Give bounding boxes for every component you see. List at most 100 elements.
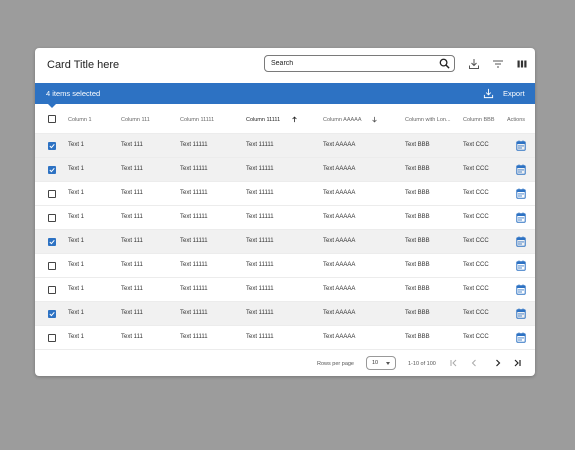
card-header: Card Title here <box>35 48 535 82</box>
column-header-5[interactable]: Column AAAAA <box>323 117 362 123</box>
table-cell: Text AAAAA <box>323 238 356 244</box>
sort-ascending-icon[interactable] <box>291 116 298 123</box>
table-cell: Text CCC <box>463 238 489 244</box>
table-cell: Text AAAAA <box>323 166 356 172</box>
table-cell: Text 11111 <box>246 190 274 196</box>
table-cell: Text 111 <box>121 142 143 148</box>
column-header-2[interactable]: Column 111 <box>121 117 150 123</box>
previous-page-icon[interactable] <box>469 358 479 368</box>
table-row[interactable]: Text 1 Text 111 Text 11111 Text 11111 Text A… <box>35 277 535 302</box>
table-cell: Text 111 <box>121 214 143 220</box>
table-cell: Text AAAAA <box>323 190 356 196</box>
column-header-3[interactable]: Column 11111 <box>180 117 214 123</box>
table-cell: Text 111 <box>121 334 143 340</box>
table-cell: Text 11111 <box>180 214 208 220</box>
calendar-icon[interactable] <box>516 332 526 343</box>
calendar-icon[interactable] <box>516 260 526 271</box>
calendar-icon[interactable] <box>516 308 526 319</box>
calendar-icon[interactable] <box>516 164 526 175</box>
table-row[interactable]: Text 1 Text 111 Text 11111 Text 11111 Text A… <box>35 157 535 182</box>
table-cell: Text 11111 <box>180 238 208 244</box>
search-icon[interactable] <box>439 58 450 69</box>
calendar-icon[interactable] <box>516 188 526 199</box>
table-cell: Text 11111 <box>246 142 274 148</box>
table-cell: Text 1 <box>68 334 85 340</box>
table-cell: Text AAAAA <box>323 142 356 148</box>
calendar-icon[interactable] <box>516 212 526 223</box>
calendar-icon[interactable] <box>516 236 526 247</box>
next-page-icon[interactable] <box>493 358 503 368</box>
table-cell: Text BBB <box>405 142 430 148</box>
table-cell: Text BBB <box>405 310 430 316</box>
first-page-icon[interactable] <box>449 358 459 368</box>
last-page-icon[interactable] <box>512 358 522 368</box>
selection-bar: 4 items selected Export <box>35 83 535 104</box>
calendar-icon[interactable] <box>516 284 526 295</box>
table-cell: Text 11111 <box>180 262 208 268</box>
table-row[interactable]: Text 1 Text 111 Text 11111 Text 11111 Text A… <box>35 181 535 206</box>
row-checkbox[interactable] <box>48 286 56 294</box>
table-cell: Text BBB <box>405 190 430 196</box>
table-cell: Text 1 <box>68 238 85 244</box>
checkmark-icon <box>49 239 55 245</box>
table-cell: Text AAAAA <box>323 286 356 292</box>
filter-icon[interactable] <box>492 58 504 70</box>
search-box[interactable] <box>264 55 455 72</box>
table-cell: Text AAAAA <box>323 262 356 268</box>
download-icon[interactable] <box>468 58 480 70</box>
table-cell: Text 1 <box>68 262 85 268</box>
table-cell: Text 1 <box>68 310 85 316</box>
table-row[interactable]: Text 1 Text 111 Text 11111 Text 11111 Text A… <box>35 205 535 230</box>
export-button[interactable]: Export <box>503 89 525 98</box>
row-checkbox[interactable] <box>48 262 56 270</box>
table-cell: Text 1 <box>68 286 85 292</box>
columns-icon[interactable] <box>516 58 528 70</box>
column-header-actions: Actions <box>507 117 526 123</box>
table-cell: Text BBB <box>405 262 430 268</box>
rows-per-page-select[interactable]: 10 <box>366 356 396 370</box>
column-header-1[interactable]: Column 1 <box>68 117 92 123</box>
row-checkbox[interactable] <box>48 166 56 174</box>
calendar-icon[interactable] <box>516 140 526 151</box>
column-header-7[interactable]: Column BBB <box>463 117 495 123</box>
sort-descending-icon[interactable] <box>371 116 378 123</box>
row-checkbox[interactable] <box>48 190 56 198</box>
table-cell: Text CCC <box>463 190 489 196</box>
table-cell: Text CCC <box>463 334 489 340</box>
row-checkbox[interactable] <box>48 334 56 342</box>
table-row[interactable]: Text 1 Text 111 Text 11111 Text 11111 Text A… <box>35 133 535 158</box>
table-cell: Text BBB <box>405 286 430 292</box>
rows-per-page-label: Rows per page <box>317 361 354 367</box>
table-cell: Text 11111 <box>180 286 208 292</box>
table-row[interactable]: Text 1 Text 111 Text 11111 Text 11111 Text A… <box>35 229 535 254</box>
select-all-checkbox[interactable] <box>48 115 56 123</box>
table-row[interactable]: Text 1 Text 111 Text 11111 Text 11111 Text A… <box>35 325 535 350</box>
table-cell: Text CCC <box>463 142 489 148</box>
export-icon[interactable] <box>483 88 494 99</box>
table-cell: Text 11111 <box>246 334 274 340</box>
table-cell: Text CCC <box>463 214 489 220</box>
table-cell: Text 111 <box>121 286 143 292</box>
table-cell: Text 1 <box>68 190 85 196</box>
table-row[interactable]: Text 1 Text 111 Text 11111 Text 11111 Text A… <box>35 253 535 278</box>
row-checkbox[interactable] <box>48 214 56 222</box>
table-cell: Text 1 <box>68 166 85 172</box>
column-header-4[interactable]: Column 11111 <box>246 117 280 123</box>
row-checkbox[interactable] <box>48 310 56 318</box>
search-input[interactable] <box>271 57 431 70</box>
column-header-6[interactable]: Column with Lon... <box>405 117 451 123</box>
row-checkbox[interactable] <box>48 142 56 150</box>
rows-per-page-value: 10 <box>372 360 379 366</box>
table-cell: Text 11111 <box>246 262 274 268</box>
table-cell: Text 1 <box>68 142 85 148</box>
table-cell: Text 11111 <box>180 310 208 316</box>
table-cell: Text CCC <box>463 310 489 316</box>
table-row[interactable]: Text 1 Text 111 Text 11111 Text 11111 Text A… <box>35 301 535 326</box>
caret-down-icon <box>386 362 390 365</box>
card-title: Card Title here <box>47 59 120 71</box>
table-header: Column 1 Column 111 Column 11111 Column … <box>35 108 535 133</box>
table-cell: Text BBB <box>405 334 430 340</box>
row-checkbox[interactable] <box>48 238 56 246</box>
table-cell: Text CCC <box>463 262 489 268</box>
checkmark-icon <box>49 311 55 317</box>
